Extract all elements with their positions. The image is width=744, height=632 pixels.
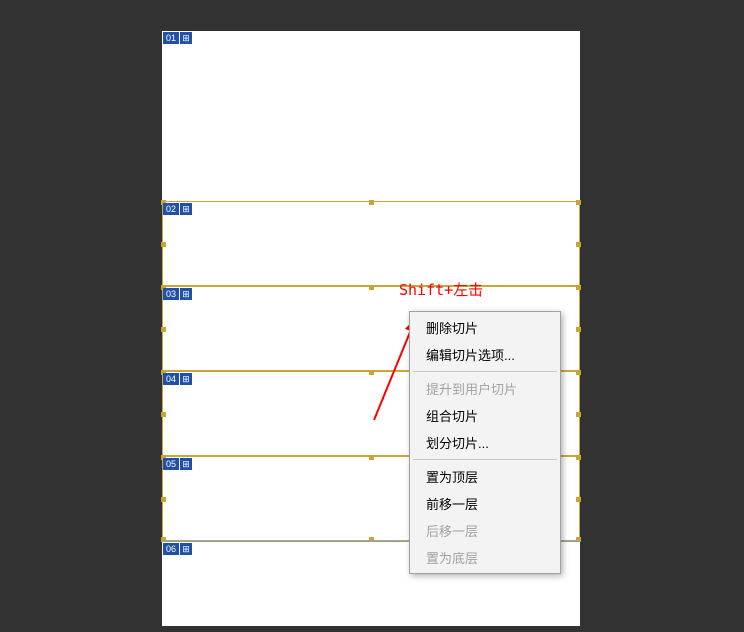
- slice-type-icon: [180, 543, 192, 555]
- menu-combine-slices[interactable]: 组合切片: [412, 402, 558, 429]
- slice-number: 02: [163, 203, 179, 215]
- menu-separator: [413, 371, 557, 372]
- slice-context-menu: 删除切片 编辑切片选项... 提升到用户切片 组合切片 划分切片... 置为顶层…: [409, 311, 561, 574]
- slice-badge-02[interactable]: 02: [163, 203, 192, 215]
- slice-number: 06: [163, 543, 179, 555]
- slice-box-02[interactable]: [162, 201, 580, 286]
- menu-bring-forward[interactable]: 前移一层: [412, 490, 558, 517]
- slice-number: 01: [163, 32, 179, 44]
- slice-type-icon: [180, 373, 192, 385]
- slice-badge-06[interactable]: 06: [163, 543, 192, 555]
- menu-divide-slice[interactable]: 划分切片...: [412, 429, 558, 456]
- slice-type-icon: [180, 203, 192, 215]
- slice-number: 05: [163, 458, 179, 470]
- annotation-hint: Shift+左击: [399, 279, 483, 300]
- menu-separator: [413, 459, 557, 460]
- menu-bring-to-front[interactable]: 置为顶层: [412, 463, 558, 490]
- slice-type-icon: [180, 32, 192, 44]
- menu-delete-slice[interactable]: 删除切片: [412, 314, 558, 341]
- slice-type-icon: [180, 458, 192, 470]
- menu-promote-user-slice: 提升到用户切片: [412, 375, 558, 402]
- slice-number: 03: [163, 288, 179, 300]
- slice-type-icon: [180, 288, 192, 300]
- slice-number: 04: [163, 373, 179, 385]
- slice-badge-01[interactable]: 01: [163, 32, 192, 44]
- slice-badge-04[interactable]: 04: [163, 373, 192, 385]
- slice-badge-03[interactable]: 03: [163, 288, 192, 300]
- menu-send-to-back: 置为底层: [412, 544, 558, 571]
- menu-send-backward: 后移一层: [412, 517, 558, 544]
- slice-badge-05[interactable]: 05: [163, 458, 192, 470]
- menu-edit-slice-options[interactable]: 编辑切片选项...: [412, 341, 558, 368]
